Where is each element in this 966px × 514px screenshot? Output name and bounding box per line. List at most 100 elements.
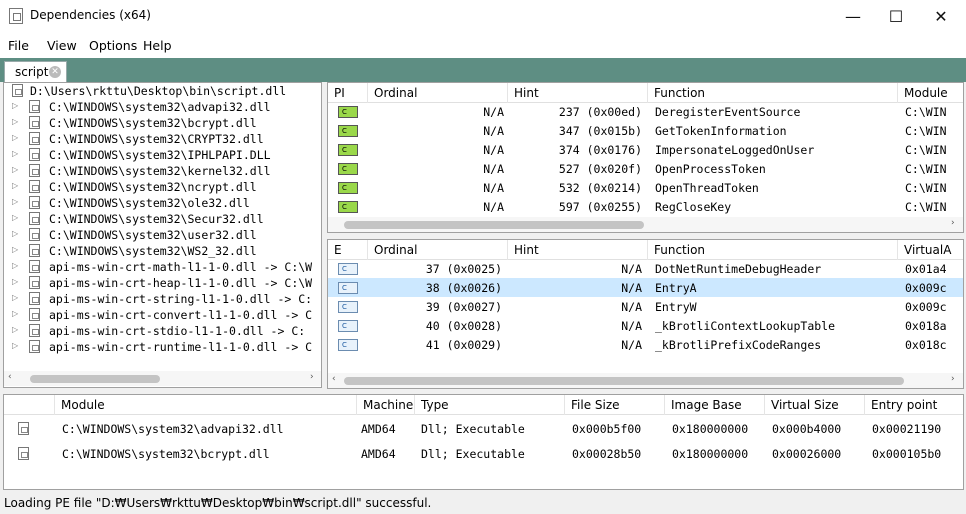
close-button[interactable]: ✕	[918, 0, 964, 32]
exports-hscroll[interactable]: ‹ ›	[328, 373, 963, 388]
col-hint[interactable]: Hint	[507, 240, 545, 260]
expand-arrow-icon[interactable]: ▷	[12, 165, 18, 174]
modules-table[interactable]: Module Machine Type File Size Image Base…	[3, 394, 964, 490]
expand-arrow-icon[interactable]: ▷	[12, 229, 18, 238]
col-module[interactable]: Module	[897, 83, 954, 103]
col-function[interactable]: Function	[647, 240, 711, 260]
export-row[interactable]: C 38 (0x0026) N/A EntryA 0x009c	[328, 278, 963, 297]
col-ordinal[interactable]: Ordinal	[367, 83, 423, 103]
expand-arrow-icon[interactable]: ▷	[12, 341, 18, 350]
scroll-thumb[interactable]	[344, 377, 904, 385]
col-e[interactable]: E	[328, 240, 348, 260]
import-row[interactable]: C N/A 597 (0x0255) RegCloseKey C:\WIN	[328, 197, 963, 216]
dependency-tree[interactable]: D:\Users\rkttu\Desktop\bin\script.dll ▷ C…	[3, 82, 322, 388]
tree-hscroll[interactable]: ‹ ›	[4, 371, 321, 386]
scroll-thumb[interactable]	[344, 221, 644, 229]
menu-options[interactable]: Options	[89, 38, 137, 53]
tree-item[interactable]: ▷ api-ms-win-crt-stdio-l1-1-0.dll -> C:	[4, 323, 321, 339]
tree-root[interactable]: D:\Users\rkttu\Desktop\bin\script.dll	[4, 83, 321, 99]
tree-item[interactable]: ▷ api-ms-win-crt-convert-l1-1-0.dll -> C	[4, 307, 321, 323]
scroll-left-icon[interactable]: ‹	[332, 374, 336, 384]
scroll-thumb[interactable]	[30, 375, 160, 383]
expand-arrow-icon[interactable]: ▷	[12, 293, 18, 302]
col-virtual-size[interactable]: Virtual Size	[764, 395, 845, 415]
export-row[interactable]: C 40 (0x0028) N/A _kBrotliContextLookupTabl…	[328, 316, 963, 335]
export-row[interactable]: C 39 (0x0027) N/A EntryW 0x009c	[328, 297, 963, 316]
menu-help[interactable]: Help	[143, 38, 172, 53]
file-icon	[18, 447, 29, 460]
tree-item[interactable]: ▷ C:\WINDOWS\system32\IPHLPAPI.DLL	[4, 147, 321, 163]
tab-close-icon[interactable]: ✕	[49, 66, 61, 78]
import-row[interactable]: C N/A 374 (0x0176) ImpersonateLoggedOnUser C…	[328, 140, 963, 159]
tree-item[interactable]: ▷ C:\WINDOWS\system32\CRYPT32.dll	[4, 131, 321, 147]
tree-item[interactable]: ▷ api-ms-win-crt-runtime-l1-1-0.dll -> C	[4, 339, 321, 355]
col-icon[interactable]	[4, 395, 54, 415]
col-hint[interactable]: Hint	[507, 83, 545, 103]
tree-item-label: C:\WINDOWS\system32\Secur32.dll	[49, 212, 264, 226]
tree-item[interactable]: ▷ api-ms-win-crt-string-l1-1-0.dll -> C:	[4, 291, 321, 307]
expand-arrow-icon[interactable]: ▷	[12, 117, 18, 126]
import-row[interactable]: C N/A 347 (0x015b) GetTokenInformation C:\WI…	[328, 121, 963, 140]
export-function: DotNetRuntimeDebugHeader	[655, 262, 822, 276]
tree-item[interactable]: ▷ C:\WINDOWS\system32\Secur32.dll	[4, 211, 321, 227]
col-machine[interactable]: Machine	[356, 395, 419, 415]
imports-hscroll[interactable]: ›	[328, 217, 963, 232]
tree-item-label: C:\WINDOWS\system32\user32.dll	[49, 228, 257, 242]
col-virtual-address[interactable]: VirtualA	[897, 240, 957, 260]
expand-arrow-icon[interactable]: ▷	[12, 133, 18, 142]
col-image-base[interactable]: Image Base	[664, 395, 748, 415]
col-ordinal[interactable]: Ordinal	[367, 240, 423, 260]
expand-arrow-icon[interactable]: ▷	[12, 149, 18, 158]
tree-item[interactable]: ▷ C:\WINDOWS\system32\kernel32.dll	[4, 163, 321, 179]
tree-item[interactable]: ▷ api-ms-win-crt-heap-l1-1-0.dll -> C:\W	[4, 275, 321, 291]
tree-item[interactable]: ▷ C:\WINDOWS\system32\advapi32.dll	[4, 99, 321, 115]
tree-item[interactable]: ▷ C:\WINDOWS\system32\WS2_32.dll	[4, 243, 321, 259]
export-row[interactable]: C 41 (0x0029) N/A _kBrotliPrefixCodeRanges 0…	[328, 335, 963, 354]
maximize-button[interactable]: ☐	[873, 0, 919, 32]
imports-table[interactable]: PI Ordinal Hint Function Module C N/A 237 …	[327, 82, 964, 233]
import-c-icon: C	[338, 106, 358, 118]
import-row[interactable]: C N/A 527 (0x020f) OpenProcessToken C:\WIN	[328, 159, 963, 178]
menu-view[interactable]: View	[47, 38, 77, 53]
import-row[interactable]: C N/A 237 (0x00ed) DeregisterEventSource C:\…	[328, 102, 963, 121]
col-function[interactable]: Function	[647, 83, 711, 103]
module-machine: AMD64	[361, 447, 396, 461]
tree-item[interactable]: ▷ C:\WINDOWS\system32\ole32.dll	[4, 195, 321, 211]
col-type[interactable]: Type	[414, 395, 455, 415]
expand-arrow-icon[interactable]: ▷	[12, 181, 18, 190]
file-icon	[29, 180, 40, 193]
expand-arrow-icon[interactable]: ▷	[12, 197, 18, 206]
scroll-right-icon[interactable]: ›	[951, 218, 955, 228]
expand-arrow-icon[interactable]: ▷	[12, 101, 18, 110]
col-module[interactable]: Module	[54, 395, 111, 415]
module-row[interactable]: C:\WINDOWS\system32\bcrypt.dll AMD64 Dll; …	[4, 442, 963, 466]
tree-item[interactable]: ▷ C:\WINDOWS\system32\bcrypt.dll	[4, 115, 321, 131]
expand-arrow-icon[interactable]: ▷	[12, 261, 18, 270]
module-row[interactable]: C:\WINDOWS\system32\advapi32.dll AMD64 Dll…	[4, 417, 963, 441]
col-entry-point[interactable]: Entry point	[864, 395, 943, 415]
export-row[interactable]: C 37 (0x0025) N/A DotNetRuntimeDebugHeader 0…	[328, 259, 963, 278]
import-c-icon: C	[338, 201, 358, 213]
col-pi[interactable]: PI	[328, 83, 351, 103]
expand-arrow-icon[interactable]: ▷	[12, 309, 18, 318]
file-icon	[29, 276, 40, 289]
expand-arrow-icon[interactable]: ▷	[12, 277, 18, 286]
file-icon	[29, 100, 40, 113]
tree-item[interactable]: ▷ C:\WINDOWS\system32\user32.dll	[4, 227, 321, 243]
exports-table[interactable]: E Ordinal Hint Function VirtualA C 37 (0x…	[327, 239, 964, 389]
import-module: C:\WIN	[905, 143, 947, 157]
expand-arrow-icon[interactable]: ▷	[12, 213, 18, 222]
scroll-left-icon[interactable]: ‹	[8, 372, 12, 382]
expand-arrow-icon[interactable]: ▷	[12, 325, 18, 334]
menu-file[interactable]: File	[8, 38, 29, 53]
tab-script[interactable]: script ✕	[4, 61, 67, 82]
col-file-size[interactable]: File Size	[564, 395, 626, 415]
minimize-button[interactable]: —	[830, 0, 876, 32]
scroll-right-icon[interactable]: ›	[310, 372, 314, 382]
tree-item[interactable]: ▷ C:\WINDOWS\system32\ncrypt.dll	[4, 179, 321, 195]
tree-item[interactable]: ▷ api-ms-win-crt-math-l1-1-0.dll -> C:\W	[4, 259, 321, 275]
scroll-right-icon[interactable]: ›	[951, 374, 955, 384]
export-virtual-address: 0x009c	[905, 300, 947, 314]
import-row[interactable]: C N/A 532 (0x0214) OpenThreadToken C:\WIN	[328, 178, 963, 197]
expand-arrow-icon[interactable]: ▷	[12, 245, 18, 254]
